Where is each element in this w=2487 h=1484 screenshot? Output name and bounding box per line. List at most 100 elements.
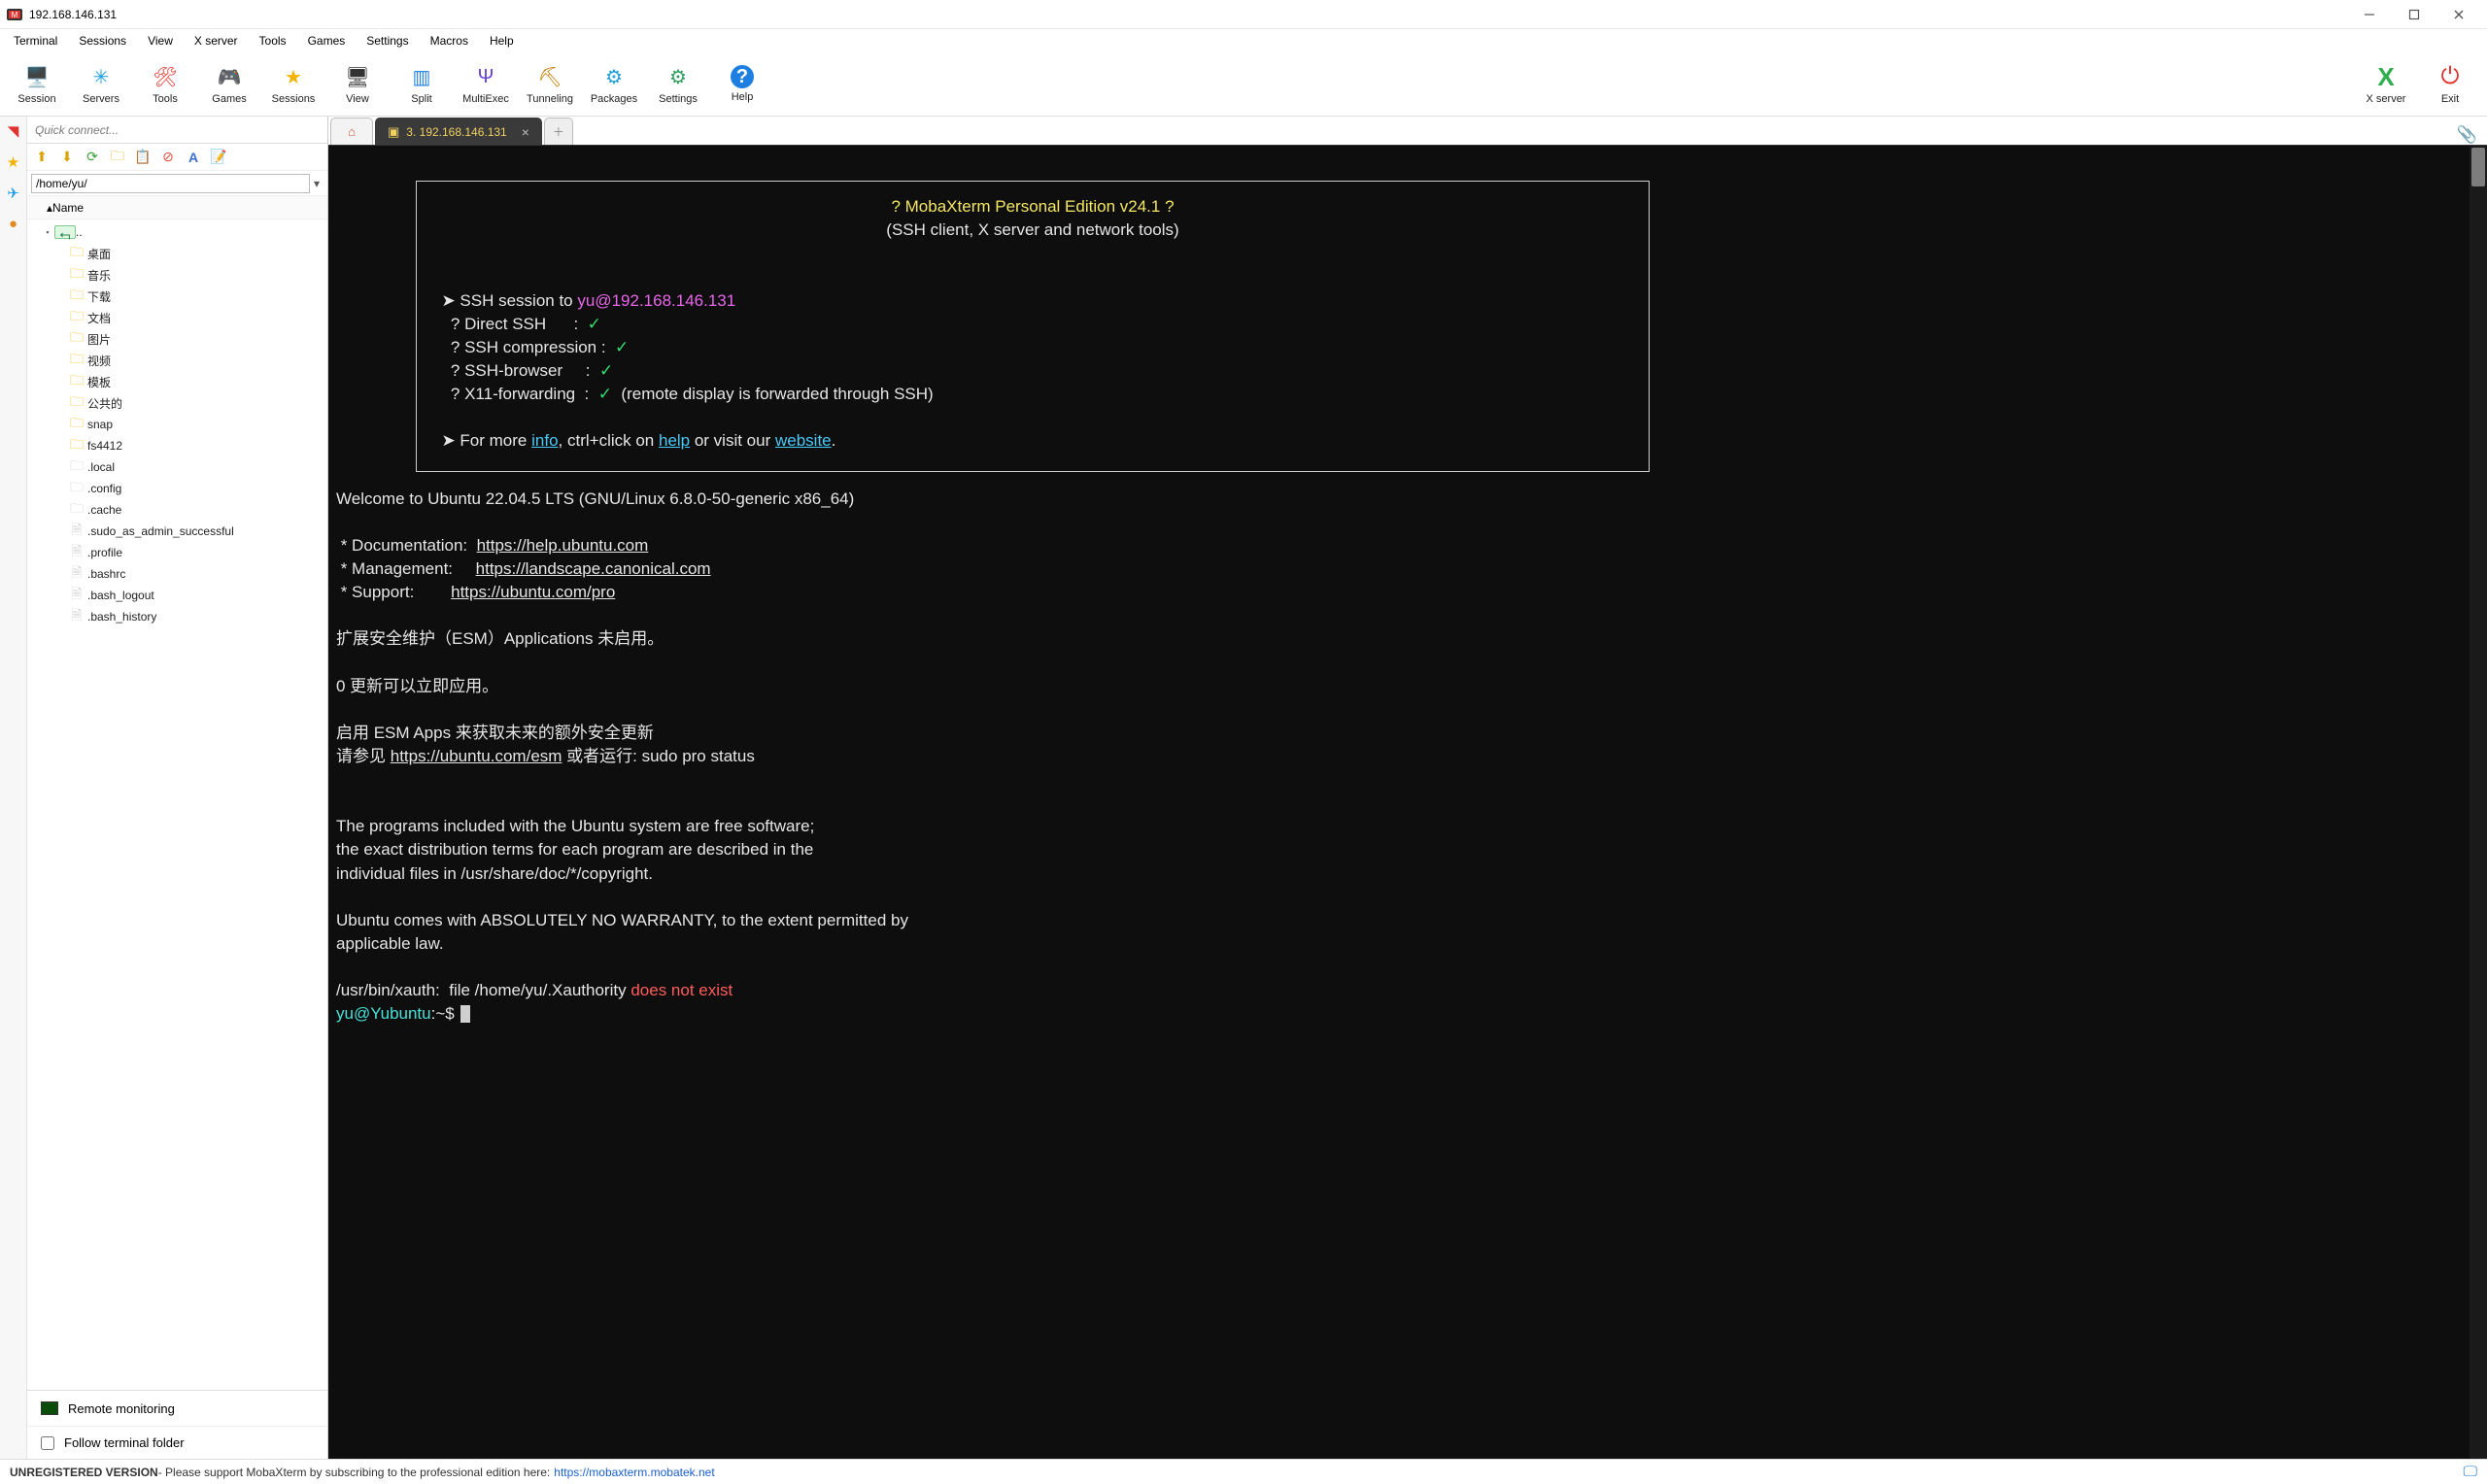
sftp-download-icon[interactable]: ⬇ [58, 149, 76, 165]
tab-new[interactable]: ＋ [544, 118, 573, 145]
tool-session[interactable]: 🖥️Session [8, 55, 66, 114]
tree-folder[interactable]: 🗀音乐 [27, 264, 327, 286]
quick-connect-input[interactable]: Quick connect... [27, 117, 327, 144]
tool-xserver[interactable]: XX server [2357, 55, 2415, 114]
statusbar: UNREGISTERED VERSION - Please support Mo… [0, 1459, 2487, 1484]
tree-folder[interactable]: 🗀fs4412 [27, 435, 327, 456]
strip-globe-icon[interactable]: ● [5, 216, 22, 233]
menu-help[interactable]: Help [480, 31, 524, 51]
menu-games[interactable]: Games [298, 31, 356, 51]
strip-plane-icon[interactable]: ✈ [5, 185, 22, 202]
tool-sessions[interactable]: ★Sessions [264, 55, 323, 114]
folder-icon: 🗀 [66, 242, 87, 265]
tree-folder[interactable]: 🗀下载 [27, 286, 327, 307]
main-pane: ⌂ ▣ 3. 192.168.146.131 × ＋ 📎 ? MobaXterm… [328, 117, 2487, 1459]
tree-file[interactable]: 🗎.profile [27, 542, 327, 563]
sftp-props-icon[interactable]: A [185, 150, 202, 165]
tool-help[interactable]: ?Help [713, 55, 771, 114]
packages-icon: ⚙ [600, 63, 628, 90]
terminal[interactable]: ? MobaXterm Personal Edition v24.1 ? (SS… [328, 146, 2487, 1459]
close-button[interactable] [2436, 0, 2481, 29]
terminal-scrollbar[interactable] [2470, 146, 2487, 1459]
tree-folder[interactable]: 🗀视频 [27, 350, 327, 371]
tool-view[interactable]: 🖥View [328, 55, 387, 114]
scrollbar-thumb[interactable] [2471, 148, 2485, 186]
status-monitor-icon[interactable]: 🖵 [2464, 1464, 2477, 1480]
cursor [460, 1005, 470, 1023]
file-tree[interactable]: ▪⮢.. 🗀桌面 🗀音乐 🗀下载 🗀文档 🗀图片 🗀视频 🗀模板 🗀公共的 🗀s… [27, 219, 327, 1390]
menu-xserver[interactable]: X server [185, 31, 248, 51]
tree-file[interactable]: 🗎.sudo_as_admin_successful [27, 521, 327, 542]
tree-header-name[interactable]: ▴ Name [27, 196, 327, 219]
plus-icon: ＋ [553, 123, 564, 140]
exit-icon: ⏻ [2436, 63, 2464, 90]
tree-folder[interactable]: 🗀图片 [27, 328, 327, 350]
menu-settings[interactable]: Settings [357, 31, 418, 51]
path-dropdown-icon[interactable]: ▾ [310, 177, 324, 190]
menu-tools[interactable]: Tools [250, 31, 296, 51]
tree-file[interactable]: 🗎.bash_history [27, 606, 327, 627]
folder-icon: 🗀 [66, 391, 87, 415]
menu-view[interactable]: View [138, 31, 183, 51]
remote-monitoring-button[interactable]: Remote monitoring [27, 1391, 327, 1426]
sessions-icon: ★ [280, 63, 307, 90]
strip-pin-icon[interactable]: ◥ [5, 122, 22, 140]
menu-sessions[interactable]: Sessions [69, 31, 136, 51]
tool-exit[interactable]: ⏻Exit [2421, 55, 2479, 114]
sftp-delete-icon[interactable]: ⊘ [159, 149, 177, 165]
tree-file[interactable]: 🗎.bash_logout [27, 585, 327, 606]
strip-star-icon[interactable]: ★ [5, 153, 22, 171]
tab-close-icon[interactable]: × [522, 124, 529, 140]
servers-icon: ✳ [87, 63, 115, 90]
menu-terminal[interactable]: Terminal [4, 31, 67, 51]
tool-multiexec[interactable]: ΨMultiExec [457, 55, 515, 114]
follow-terminal-checkbox[interactable] [41, 1436, 54, 1450]
tool-settings[interactable]: ⚙Settings [649, 55, 707, 114]
tree-folder-hidden[interactable]: 🗀.cache [27, 499, 327, 521]
folder-icon: 🗀 [66, 306, 87, 329]
tree-folder[interactable]: 🗀文档 [27, 307, 327, 328]
tree-up[interactable]: ▪⮢.. [27, 221, 327, 243]
sftp-text-icon[interactable]: 📝 [210, 149, 227, 165]
view-icon: 🖥 [344, 63, 371, 90]
status-link[interactable]: https://mobaxterm.mobatek.net [554, 1466, 714, 1479]
minimize-button[interactable] [2347, 0, 2392, 29]
tree-folder-hidden[interactable]: 🗀.config [27, 478, 327, 499]
sftp-newfolder-icon[interactable]: 🗀 [109, 146, 126, 169]
file-icon: 🗎 [66, 605, 87, 628]
tool-games[interactable]: 🎮Games [200, 55, 258, 114]
paperclip-icon[interactable]: 📎 [2457, 125, 2477, 145]
menu-macros[interactable]: Macros [421, 31, 478, 51]
tree-folder[interactable]: 🗀snap [27, 414, 327, 435]
maximize-button[interactable] [2392, 0, 2436, 29]
tree-folder[interactable]: 🗀公共的 [27, 392, 327, 414]
games-icon: 🎮 [216, 63, 243, 90]
sftp-copy-icon[interactable]: 📋 [134, 149, 152, 165]
folder-hidden-icon: 🗀 [66, 477, 87, 500]
tree-folder[interactable]: 🗀模板 [27, 371, 327, 392]
folder-icon: 🗀 [66, 370, 87, 393]
tree-folder-hidden[interactable]: 🗀.local [27, 456, 327, 478]
path-bar: ▾ [27, 171, 327, 196]
tree-folder[interactable]: 🗀桌面 [27, 243, 327, 264]
tool-servers[interactable]: ✳Servers [72, 55, 130, 114]
tree-file[interactable]: 🗎.bashrc [27, 563, 327, 585]
app-icon: M [6, 6, 23, 23]
tool-tools[interactable]: 🛠Tools [136, 55, 194, 114]
tool-tunneling[interactable]: ⛏Tunneling [521, 55, 579, 114]
tab-home[interactable]: ⌂ [330, 118, 373, 145]
split-icon: ▥ [408, 63, 435, 90]
tools-icon: 🛠 [152, 63, 179, 90]
sftp-upload-icon[interactable]: ⬆ [33, 149, 51, 165]
content-area: ◥ ★ ✈ ● Quick connect... ⬆ ⬇ ⟳ 🗀 📋 ⊘ A 📝… [0, 117, 2487, 1459]
tunneling-icon: ⛏ [536, 63, 563, 90]
sftp-refresh-icon[interactable]: ⟳ [84, 149, 101, 165]
tool-split[interactable]: ▥Split [392, 55, 451, 114]
sidebar-bottom: Remote monitoring Follow terminal folder [27, 1390, 327, 1459]
tab-session-active[interactable]: ▣ 3. 192.168.146.131 × [375, 118, 542, 145]
window-title: 192.168.146.131 [29, 8, 117, 21]
status-message: - Please support MobaXterm by subscribin… [158, 1466, 551, 1479]
path-input[interactable] [31, 174, 310, 193]
tool-packages[interactable]: ⚙Packages [585, 55, 643, 114]
folder-icon: 🗀 [66, 263, 87, 287]
